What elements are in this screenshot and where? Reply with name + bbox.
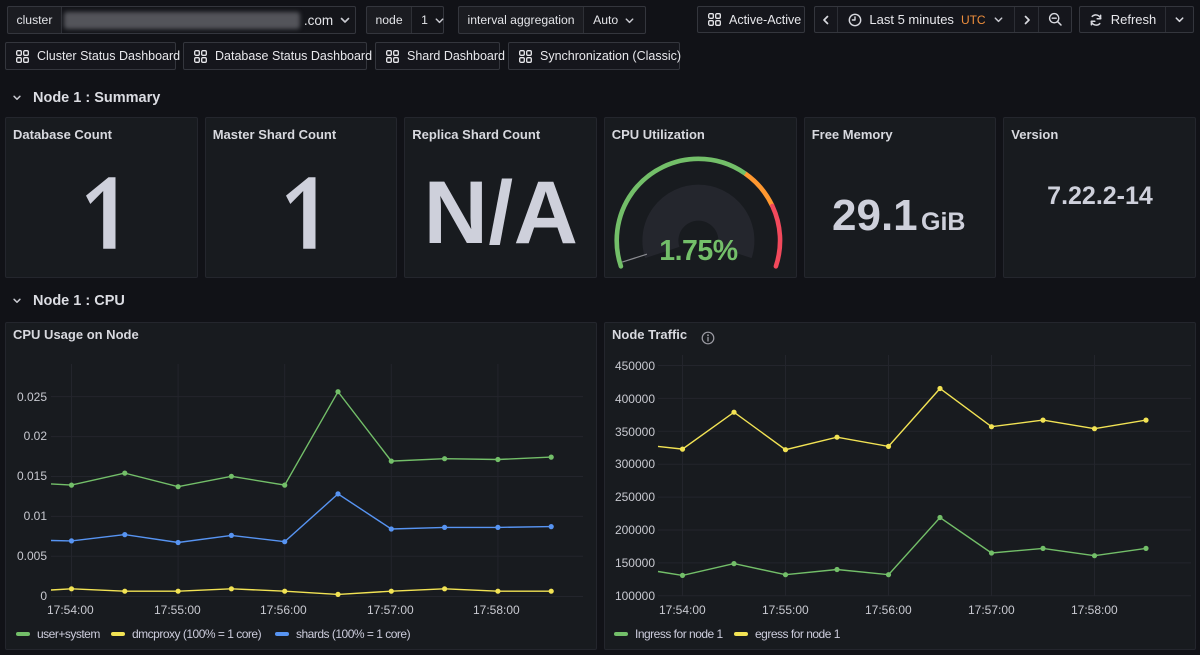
svg-text:1.75%: 1.75% bbox=[659, 235, 737, 267]
